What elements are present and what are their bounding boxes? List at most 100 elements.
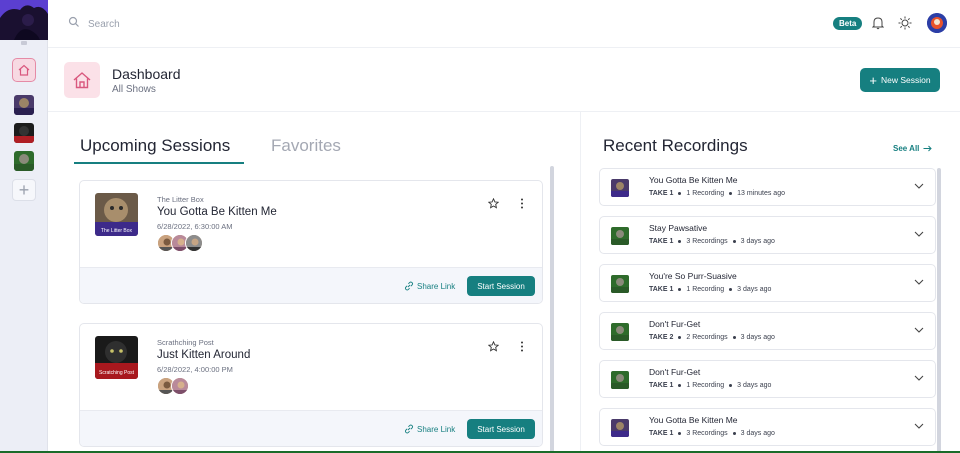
- star-icon[interactable]: [488, 198, 499, 209]
- separator-dot: [729, 192, 733, 195]
- separator-dot: [729, 384, 733, 387]
- recording-time: 3 days ago: [740, 430, 775, 437]
- page-title: Dashboard: [112, 66, 181, 82]
- show-thumbnail: [611, 275, 629, 293]
- theme-toggle-icon[interactable]: [898, 16, 912, 30]
- show-thumbnail: [611, 419, 629, 437]
- recording-meta: TAKE 2 2 Recordings 3 days ago: [649, 334, 775, 341]
- more-options-icon[interactable]: [520, 198, 524, 209]
- recording-row[interactable]: You Gotta Be Kitten Me TAKE 1 3 Recordings…: [599, 408, 936, 446]
- recording-meta: TAKE 1 1 Recording 3 days ago: [649, 286, 771, 293]
- recording-title: Don't Fur-Get: [649, 367, 701, 377]
- brand-logo[interactable]: [0, 0, 48, 40]
- take-label: TAKE 1: [649, 286, 674, 293]
- user-avatar[interactable]: [927, 13, 947, 33]
- take-label: TAKE 2: [649, 334, 674, 341]
- avatar: [185, 234, 203, 252]
- session-title: Just Kitten Around: [157, 349, 251, 361]
- recording-count: 3 Recordings: [686, 238, 728, 245]
- separator-dot: [732, 432, 736, 435]
- see-all-label: See All: [893, 144, 920, 153]
- sidebar-show-green[interactable]: [14, 151, 34, 171]
- session-card: Scratching Post Scrathching Post Just Ki…: [79, 323, 543, 447]
- search-input[interactable]: [88, 14, 388, 34]
- active-tab-indicator: [74, 162, 244, 164]
- recording-title: You Gotta Be Kitten Me: [649, 415, 738, 425]
- recording-count: 1 Recording: [686, 190, 725, 197]
- separator-dot: [678, 288, 682, 291]
- see-all-link[interactable]: See All: [893, 144, 933, 153]
- recording-row[interactable]: Stay Pawsative TAKE 1 3 Recordings 3 days a…: [599, 216, 936, 254]
- recording-count: 3 Recordings: [686, 430, 728, 437]
- chevron-down-icon[interactable]: [914, 279, 924, 285]
- home-icon: [18, 64, 30, 76]
- recording-row[interactable]: You're So Purr-Suasive TAKE 1 1 Recording 3…: [599, 264, 936, 302]
- column-divider: [580, 112, 581, 453]
- thumbnail-text: The Litter Box: [101, 228, 133, 234]
- recordings-scrollbar[interactable]: [937, 168, 941, 453]
- recording-title: You're So Purr-Suasive: [649, 271, 737, 281]
- separator-dot: [732, 240, 736, 243]
- recording-time: 3 days ago: [740, 334, 775, 341]
- recording-count: 1 Recording: [686, 286, 725, 293]
- recording-meta: TAKE 1 1 Recording 3 days ago: [649, 382, 771, 389]
- new-session-button[interactable]: + New Session: [860, 68, 940, 92]
- recording-meta: TAKE 1 3 Recordings 3 days ago: [649, 430, 775, 437]
- recording-time: 3 days ago: [737, 382, 772, 389]
- chevron-down-icon[interactable]: [914, 327, 924, 333]
- show-thumbnail: [611, 227, 629, 245]
- recording-time: 13 minutes ago: [737, 190, 785, 197]
- tab-favorites[interactable]: Favorites: [271, 136, 341, 156]
- participant-avatars: [157, 234, 203, 252]
- tab-upcoming-sessions[interactable]: Upcoming Sessions: [80, 136, 230, 156]
- more-options-icon[interactable]: [520, 341, 524, 352]
- recording-time: 3 days ago: [737, 286, 772, 293]
- separator-dot: [678, 336, 682, 339]
- recording-title: Don't Fur-Get: [649, 319, 701, 329]
- recording-row[interactable]: Don't Fur-Get TAKE 2 2 Recordings 3 days ag…: [599, 312, 936, 350]
- sessions-scrollbar[interactable]: [550, 166, 554, 453]
- page-subtitle: All Shows: [112, 84, 156, 95]
- chevron-down-icon[interactable]: [914, 375, 924, 381]
- star-icon[interactable]: [488, 341, 499, 352]
- sidebar-show-scratching-post[interactable]: [14, 123, 34, 143]
- show-thumbnail: [611, 371, 629, 389]
- recording-row[interactable]: Don't Fur-Get TAKE 1 1 Recording 3 days ago: [599, 360, 936, 398]
- take-label: TAKE 1: [649, 430, 674, 437]
- page-header: Dashboard All Shows + New Session: [48, 48, 960, 112]
- recording-title: Stay Pawsative: [649, 223, 708, 233]
- share-link-button[interactable]: Share Link: [404, 424, 455, 434]
- top-bar: Beta: [48, 0, 960, 48]
- recording-title: You Gotta Be Kitten Me: [649, 175, 738, 185]
- participant-avatars: [157, 377, 189, 395]
- take-label: TAKE 1: [649, 238, 674, 245]
- chevron-down-icon[interactable]: [914, 231, 924, 237]
- dashboard-home-icon: [64, 62, 100, 98]
- beta-badge: Beta: [833, 17, 863, 30]
- session-show-name: The Litter Box: [157, 195, 204, 204]
- collapse-handle[interactable]: [21, 41, 27, 45]
- show-thumbnail: [611, 323, 629, 341]
- link-icon: [404, 424, 414, 434]
- chevron-down-icon[interactable]: [914, 183, 924, 189]
- recording-count: 2 Recordings: [686, 334, 728, 341]
- link-icon: [404, 281, 414, 291]
- session-card: The Litter Box The Litter Box You Gotta …: [79, 180, 543, 304]
- separator-dot: [678, 384, 682, 387]
- share-link-button[interactable]: Share Link: [404, 281, 455, 291]
- sidebar-home-button[interactable]: [12, 58, 36, 82]
- chevron-down-icon[interactable]: [914, 423, 924, 429]
- sidebar: +: [0, 0, 48, 453]
- add-show-button[interactable]: +: [12, 179, 36, 201]
- plus-icon: +: [18, 180, 30, 200]
- new-session-label: New Session: [880, 75, 931, 85]
- recording-count: 1 Recording: [686, 382, 725, 389]
- thumbnail-text: Scratching Post: [99, 370, 135, 376]
- bell-icon[interactable]: [872, 16, 884, 30]
- start-session-button[interactable]: Start Session: [467, 419, 535, 439]
- recording-row[interactable]: You Gotta Be Kitten Me TAKE 1 1 Recording 1…: [599, 168, 936, 206]
- session-date: 6/28/2022, 4:00:00 PM: [157, 365, 233, 374]
- recording-meta: TAKE 1 1 Recording 13 minutes ago: [649, 190, 785, 197]
- start-session-button[interactable]: Start Session: [467, 276, 535, 296]
- sidebar-show-litter-box[interactable]: [14, 95, 34, 115]
